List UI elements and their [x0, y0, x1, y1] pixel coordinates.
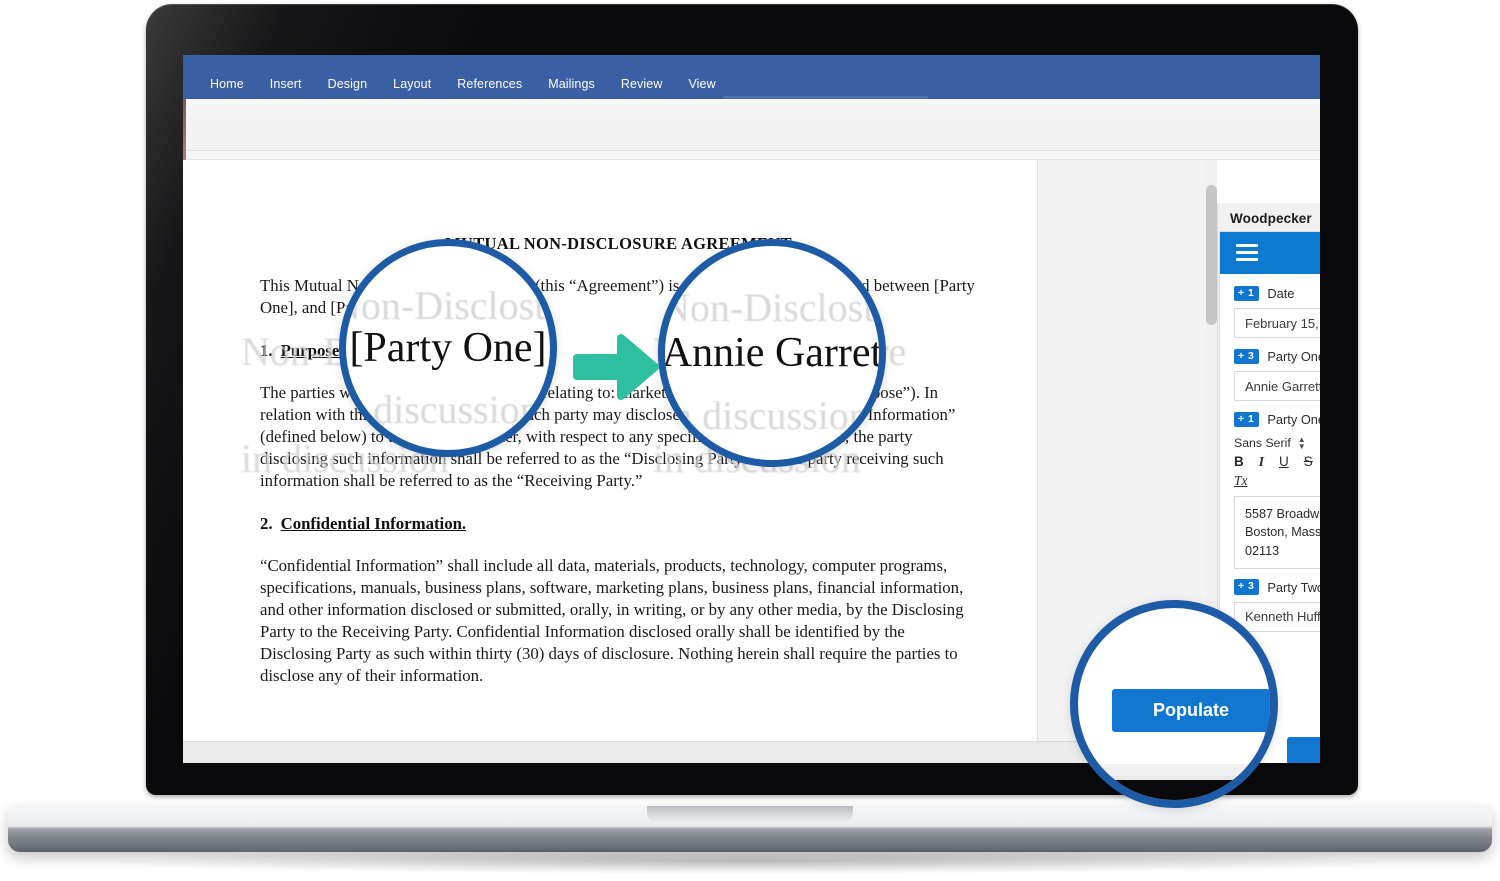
magnified-watermark: in discussion — [339, 387, 540, 432]
ribbon-tab-insert[interactable]: Insert — [257, 73, 315, 95]
ribbon-tab-bar: Home Insert Design Layout References Mai… — [183, 55, 1320, 99]
party-one-address-editor[interactable]: 5587 Broadway Boston, Massachusetts 0211… — [1234, 496, 1320, 569]
field-badge[interactable]: + 1 — [1234, 411, 1260, 428]
hamburger-icon[interactable] — [1236, 244, 1258, 261]
rich-text-row-3: Tx — [1234, 473, 1320, 488]
field-label: Party Two — [1267, 579, 1320, 595]
chevron-updown-icon: ▲ ▼ — [1297, 435, 1306, 451]
ribbon-tab-design[interactable]: Design — [315, 73, 381, 95]
heading-number: 2. — [260, 513, 273, 533]
field-party-one-address: + 1 Party One Address ••• Sans Serif ▲▼ — [1234, 410, 1320, 569]
callout-after-text: Annie Garret — [661, 330, 883, 376]
ribbon-tab-view[interactable]: View — [675, 73, 728, 95]
field-party-two: + 3 Party Two ••• Kenneth Huff — [1234, 578, 1320, 632]
field-header: + 1 Party One Address ••• — [1234, 410, 1320, 429]
laptop-base-notch — [647, 806, 853, 823]
font-family-select[interactable]: Sans Serif ▲ ▼ — [1234, 435, 1306, 451]
task-pane-title: Woodpecker — [1230, 210, 1312, 226]
field-header: + 3 Party One ••• — [1234, 347, 1320, 366]
magnified-screen-edge — [1078, 764, 1270, 800]
rich-text-row-1: Sans Serif ▲▼ Normal ▲▼ — [1234, 435, 1320, 451]
magnified-watermark: in discussion — [661, 393, 869, 438]
callout-before-magnifier: Non-Disclosure in discussion [Party One] — [339, 239, 557, 457]
date-input-value: February 15, 2018 — [1245, 315, 1320, 331]
callout-before-content: Non-Disclosure in discussion [Party One] — [346, 246, 550, 450]
field-date: + 1 Date ••• February 15, 2018 ✕ — [1234, 284, 1320, 338]
date-input[interactable]: February 15, 2018 ✕ — [1234, 308, 1320, 338]
party-one-input[interactable]: Annie Garrett — [1234, 371, 1320, 401]
party-two-input[interactable]: Kenneth Huff — [1234, 601, 1320, 632]
woodpecker-toolbar: + — [1220, 232, 1320, 274]
magnified-populate-button[interactable]: Populate — [1112, 689, 1270, 732]
rich-text-toolbar: Sans Serif ▲▼ Normal ▲▼ B I — [1234, 434, 1320, 496]
ribbon-tab-references[interactable]: References — [444, 73, 535, 95]
magnified-watermark: Non-Disclosure — [339, 283, 555, 328]
strikethrough-button[interactable]: S — [1304, 455, 1313, 469]
rich-text-row-2: B I U S A A 1 2 — [1234, 455, 1320, 469]
document-scrollbar-thumb[interactable] — [1206, 185, 1217, 325]
ribbon-secondary-bar — [183, 151, 1320, 160]
document-body-2: “Confidential Information” shall include… — [260, 556, 964, 685]
callout-before-text: [Party One] — [349, 325, 547, 371]
field-badge[interactable]: + 3 — [1234, 348, 1260, 365]
laptop-base — [8, 806, 1492, 852]
ribbon-command-area — [183, 99, 1320, 151]
party-one-value: Annie Garrett — [1245, 378, 1320, 394]
right-arrow-icon — [573, 334, 659, 400]
field-label: Party One Address — [1267, 412, 1320, 427]
ribbon-tab-layout[interactable]: Layout — [380, 73, 444, 95]
populate-button[interactable]: Populate — [1287, 737, 1320, 763]
document-heading-2: 2. Confidential Information. — [260, 513, 977, 535]
document-canvas[interactable]: Non-Disclosure in discussion Non-Disclos… — [183, 160, 1037, 763]
italic-button[interactable]: I — [1259, 455, 1264, 469]
underline-button[interactable]: U — [1279, 455, 1289, 469]
field-label: Party One — [1267, 349, 1320, 364]
field-label: Date — [1267, 286, 1295, 301]
callout-populate-magnifier: Populate — [1070, 600, 1278, 808]
ribbon-tab-home[interactable]: Home — [197, 73, 257, 95]
ribbon-tab-mailings[interactable]: Mailings — [535, 73, 608, 95]
field-badge[interactable]: + 3 — [1234, 579, 1260, 596]
font-family-value: Sans Serif — [1234, 436, 1291, 450]
window-left-edge — [183, 99, 186, 161]
magnified-watermark: Non-Disclosure — [661, 285, 884, 330]
laptop-drop-shadow — [120, 848, 1380, 874]
heading-text: Confidential Information. — [280, 513, 467, 533]
field-header: + 1 Date ••• — [1234, 284, 1320, 303]
address-line: 02113 — [1245, 543, 1280, 558]
callout-after-magnifier: Non-Disclosure in discussion Annie Garre… — [658, 239, 886, 467]
ribbon-tab-review[interactable]: Review — [608, 73, 676, 95]
clear-format-button[interactable]: Tx — [1234, 473, 1248, 488]
ribbon-tabs-list: Home Insert Design Layout References Mai… — [197, 73, 729, 95]
screenshot-root: Home Insert Design Layout References Mai… — [0, 0, 1500, 881]
address-line: 5587 Broadway — [1245, 507, 1320, 521]
field-badge[interactable]: + 1 — [1234, 285, 1260, 302]
field-header: + 3 Party Two ••• — [1234, 578, 1320, 597]
bold-button[interactable]: B — [1234, 455, 1244, 469]
address-line: Boston, Massachusetts — [1245, 525, 1320, 540]
field-party-one: + 3 Party One ••• Annie Garrett — [1234, 347, 1320, 401]
party-two-value: Kenneth Huff — [1245, 609, 1320, 625]
document-page: Non-Disclosure in discussion Non-Disclos… — [183, 160, 1037, 763]
callout-after-content: Non-Disclosure in discussion Annie Garre… — [665, 246, 879, 460]
task-pane-header: Woodpecker ✕ — [1218, 203, 1320, 233]
